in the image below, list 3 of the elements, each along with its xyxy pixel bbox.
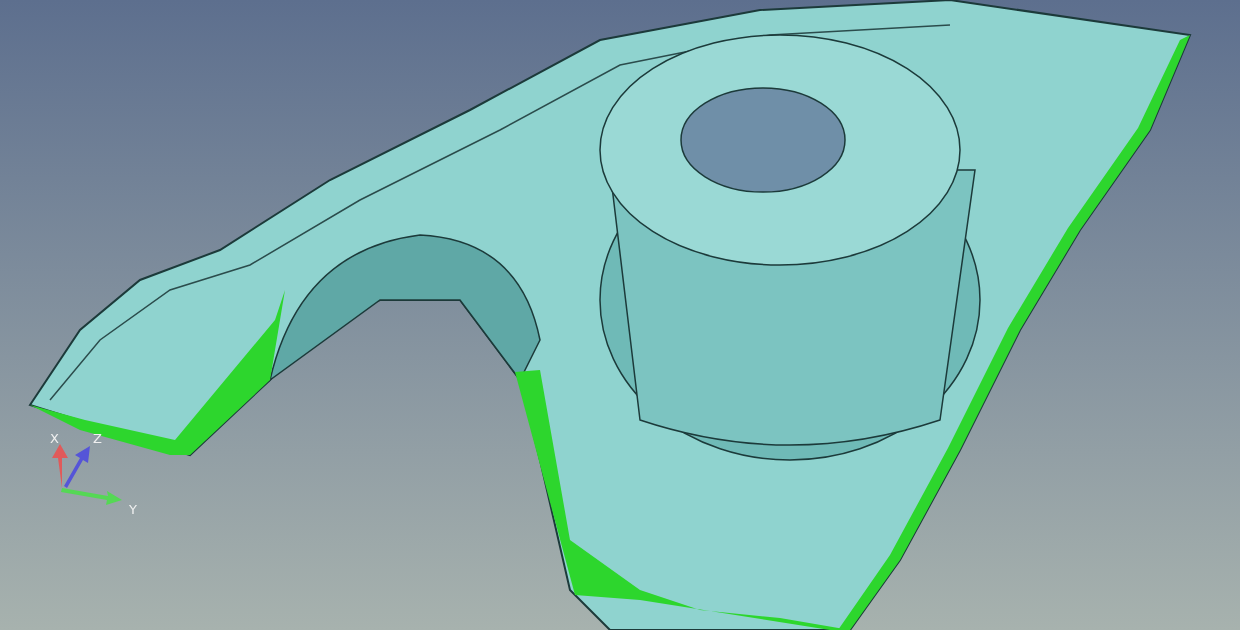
axis-label: Y [129, 502, 137, 517]
axis-label: Z [93, 431, 102, 446]
axis-label: X [50, 431, 59, 446]
